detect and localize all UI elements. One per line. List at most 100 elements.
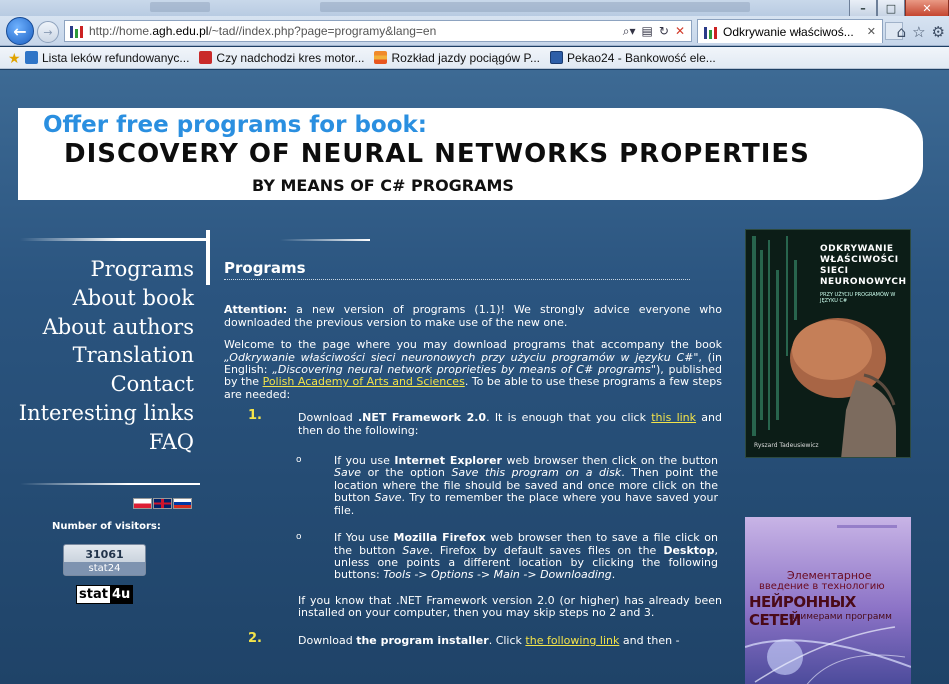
home-icon[interactable]: ⌂	[897, 23, 907, 41]
gear-icon[interactable]: ⚙	[932, 23, 945, 41]
dotnet-note: If you know that .NET Framework version …	[298, 593, 722, 620]
step-text: Download	[298, 411, 358, 425]
favorites-star-icon[interactable]: ☆	[912, 23, 925, 41]
step-text: . Click	[488, 633, 526, 647]
favorite-label: Pekao24 - Bankowość ele...	[567, 50, 716, 65]
welcome-paragraph: Welcome to the page where you may downlo…	[224, 339, 722, 401]
address-url[interactable]: http://home.agh.edu.pl/~tad//index.php?p…	[89, 24, 436, 38]
browser-navbar: ← → http://home.agh.edu.pl/~tad//index.p…	[0, 16, 949, 46]
tab-active[interactable]: Odkrywanie właściwoś... ✕	[697, 19, 883, 43]
visitor-counter[interactable]: 31061 stat24	[63, 544, 146, 576]
favorite-item[interactable]: Pekao24 - Bankowość ele...	[550, 51, 716, 65]
banner-subtitle: BY MEANS OF C# PROGRAMS	[252, 176, 514, 195]
ff-menu-path: Tools -> Options -> Main -> Downloading	[383, 568, 612, 582]
compatibility-icon[interactable]: ▤	[642, 24, 653, 39]
step-bold: .NET Framework 2.0	[357, 411, 487, 425]
titlebar-ghost	[320, 2, 750, 12]
sidebar-vertical-divider	[206, 230, 210, 285]
forward-button[interactable]: →	[37, 21, 59, 43]
forward-arrow-icon: →	[43, 25, 53, 39]
step-text: Download	[298, 633, 357, 647]
book-cover-polish[interactable]: ODKRYWANIE WŁAŚCIWOŚCI SIECI NEURONOWYCH…	[745, 229, 911, 458]
ie-page-icon	[25, 51, 38, 64]
bank-site-icon	[550, 51, 564, 64]
favorite-item[interactable]: Lista leków refundowanyc...	[25, 51, 189, 65]
cover-pl-subtitle: PRZY UŻYCIU PROGRAMÓW W JĘZYKU C#	[820, 292, 896, 304]
tab-close-icon[interactable]: ✕	[867, 25, 876, 38]
sidebar-divider-lower	[20, 483, 200, 485]
main-menu: Programs About book About authors Transl…	[19, 255, 194, 457]
step-2: 2. Download the program installer. Click…	[224, 630, 722, 647]
stat4u-text-b: 4u	[109, 586, 133, 603]
ff-desktop: Desktop	[663, 543, 715, 557]
counter-brand: stat24	[64, 562, 145, 575]
url-prefix: http://home.	[89, 24, 153, 38]
browser-toolbar-icons: ⌂ ☆ ⚙	[897, 23, 945, 41]
visitor-count: 31061	[85, 548, 124, 561]
menu-item-about-book[interactable]: About book	[19, 284, 194, 313]
step-1: 1. Download .NET Framework 2.0. It is en…	[224, 409, 722, 437]
favorite-label: Rozkład jazdy pociągów P...	[391, 50, 541, 65]
menu-item-translation[interactable]: Translation	[19, 341, 194, 370]
bullet-icon: o	[296, 455, 302, 466]
address-tools: ⌕▾ ▤ ↻ ✕	[623, 24, 691, 39]
book-cover-russian[interactable]: Элементарное введение в технологию НЕЙРО…	[745, 517, 911, 684]
dotnet-download-link[interactable]: this link	[651, 411, 696, 424]
attention-paragraph: Attention: a new version of programs (1.…	[224, 304, 722, 329]
site-banner: Offer free programs for book: DISCOVERY …	[18, 108, 923, 200]
ie-instructions: o If you use Internet Explorer web brows…	[224, 454, 722, 517]
welcome-text: Welcome to the page where you may downlo…	[224, 338, 722, 352]
bullet-icon: o	[296, 532, 302, 543]
favorite-item[interactable]: Czy nadchodzi kres motor...	[199, 51, 364, 65]
favorites-bar: ★ Lista leków refundowanyc... Czy nadcho…	[0, 47, 949, 69]
favorite-label: Czy nadchodzi kres motor...	[216, 50, 365, 65]
banner-offer: Offer free programs for book:	[43, 112, 428, 138]
back-arrow-icon: ←	[13, 21, 27, 41]
url-host: agh.edu.pl	[152, 24, 209, 38]
step-text: and then -	[619, 633, 680, 647]
book-title-pl: „Odkrywanie właściwości sieci neuronowyc…	[224, 350, 699, 364]
cover-ru-line2: введение в технологию	[759, 581, 885, 592]
url-path: /~tad//index.php?page=programy&lang=en	[208, 24, 437, 38]
news-site-icon	[199, 51, 213, 64]
ie-save: Save	[374, 491, 402, 505]
ie-save: Save	[334, 466, 362, 480]
cover-pl-author: Ryszard Tadeusiewicz	[754, 442, 819, 449]
back-button[interactable]: ←	[6, 17, 34, 45]
visitors-label: Number of visitors:	[52, 521, 161, 532]
menu-item-contact[interactable]: Contact	[19, 370, 194, 399]
ff-save: Save	[402, 543, 430, 557]
refresh-icon[interactable]: ↻	[659, 24, 669, 39]
favorites-star-icon[interactable]: ★	[8, 51, 22, 65]
favorite-item[interactable]: Rozkład jazdy pociągów P...	[374, 51, 540, 65]
polish-flag-icon[interactable]	[133, 498, 152, 509]
ff-text: If You use	[334, 531, 394, 545]
titlebar-ghost	[150, 2, 210, 12]
window-titlebar: – □ ✕	[0, 0, 949, 18]
step-number: 2.	[248, 630, 262, 646]
ff-text: .	[611, 568, 616, 582]
menu-item-programs[interactable]: Programs	[19, 255, 194, 284]
cover-ru-line3: НЕЙРОННЫХ СЕТЕЙ	[749, 593, 856, 629]
book-title-en: „Discovering neural network proprieties …	[272, 363, 656, 377]
web-page: Offer free programs for book: DISCOVERY …	[0, 70, 949, 684]
stat4u-badge[interactable]: stat 4u	[76, 585, 134, 604]
installer-download-link[interactable]: the following link	[525, 634, 619, 647]
menu-item-faq[interactable]: FAQ	[19, 428, 194, 457]
tab-title: Odkrywanie właściwoś...	[723, 24, 854, 39]
english-flag-icon[interactable]	[153, 498, 172, 509]
sidebar-divider	[20, 238, 206, 241]
stat4u-text-a: stat	[77, 586, 110, 603]
publisher-link[interactable]: Polish Academy of Arts and Sciences	[263, 375, 465, 388]
ff-text: . Firefox by default saves files on the	[429, 543, 664, 557]
menu-item-interesting-links[interactable]: Interesting links	[19, 399, 194, 428]
tab-favicon-icon	[704, 25, 718, 39]
site-favicon-icon	[70, 24, 84, 38]
address-bar[interactable]: http://home.agh.edu.pl/~tad//index.php?p…	[64, 20, 692, 42]
step-text: . It is enough that you click	[486, 411, 652, 425]
stop-icon[interactable]: ✕	[675, 24, 685, 39]
rail-site-icon	[374, 51, 388, 64]
menu-item-about-authors[interactable]: About authors	[19, 313, 194, 342]
russian-flag-icon[interactable]	[173, 498, 192, 509]
search-icon[interactable]: ⌕▾	[623, 24, 636, 39]
